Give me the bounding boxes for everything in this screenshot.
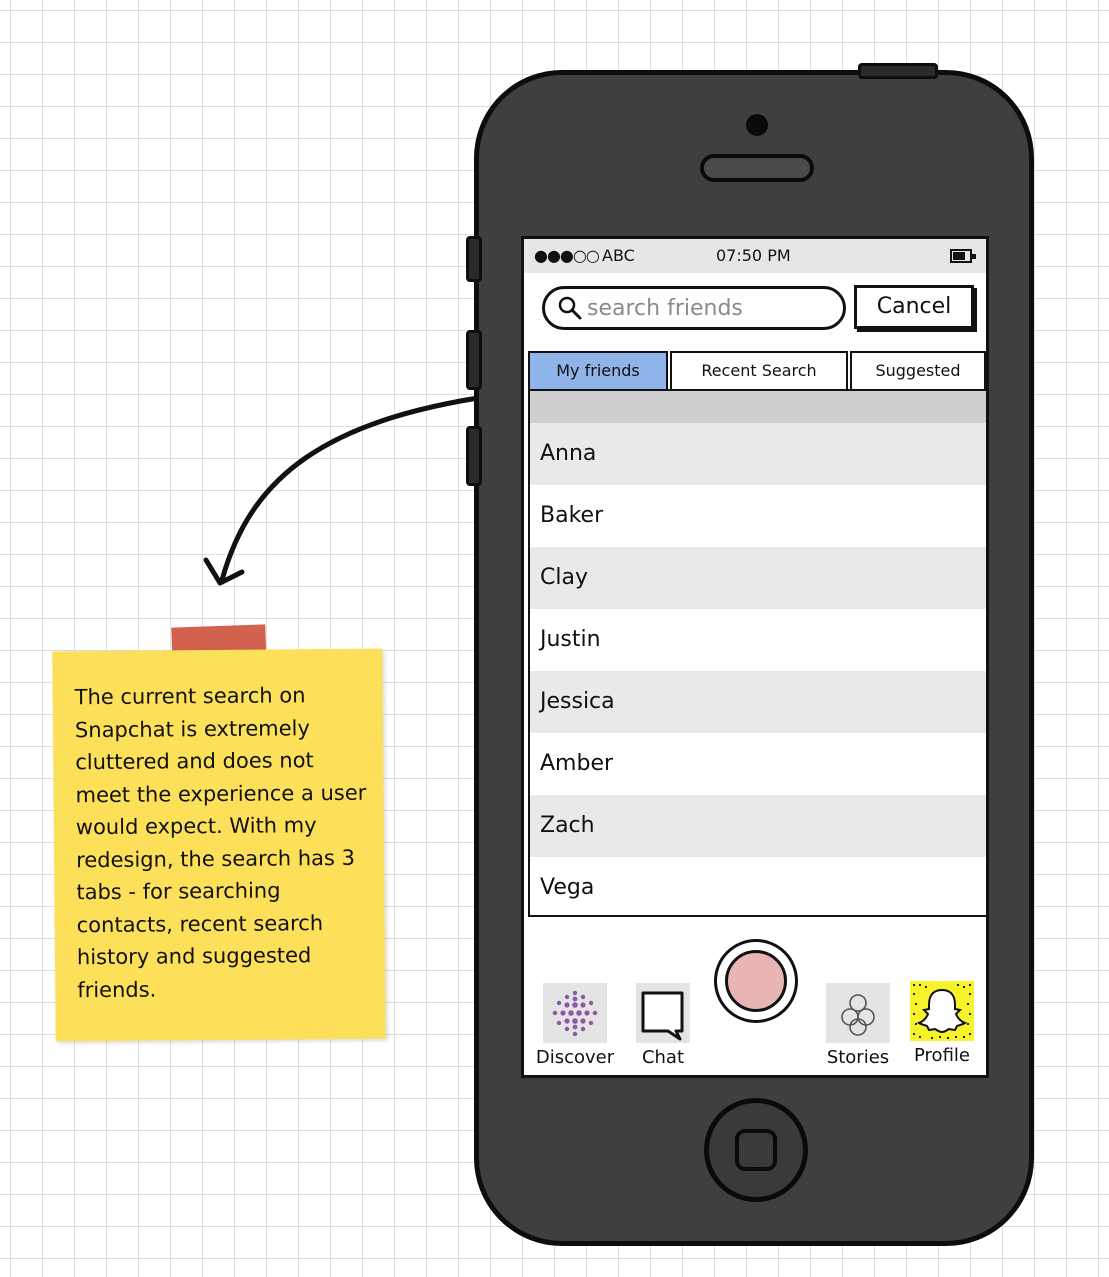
status-bar: ●●●○○ ABC 07:50 PM <box>524 239 986 273</box>
phone-screen: ●●●○○ ABC 07:50 PM Cancel My friends Rec… <box>521 236 989 1078</box>
friend-list-item[interactable]: Justin <box>530 609 986 671</box>
nav-stories-label: Stories <box>826 1047 890 1068</box>
side-button-left-3 <box>466 426 482 486</box>
discover-dots-icon <box>543 983 607 1043</box>
chat-bubble-icon <box>636 983 690 1043</box>
side-button-left-1 <box>466 236 482 282</box>
friend-list-item[interactable]: Zach <box>530 795 986 857</box>
signal-strength: ●●●○○ <box>534 246 600 265</box>
earpiece-speaker <box>700 154 814 182</box>
nav-profile-label: Profile <box>914 1045 970 1066</box>
tab-my-friends[interactable]: My friends <box>528 351 668 389</box>
nav-profile[interactable]: Profile <box>900 981 984 1066</box>
side-button-left-2 <box>466 330 482 390</box>
status-time: 07:50 PM <box>716 246 791 265</box>
friend-list-item[interactable]: Anna <box>530 423 986 485</box>
friend-list-item[interactable]: Jessica <box>530 671 986 733</box>
sticky-note: The current search on Snapchat is extrem… <box>52 648 386 1042</box>
snapchat-ghost-icon <box>910 981 974 1041</box>
nav-chat-label: Chat <box>641 1047 685 1068</box>
stories-circles-icon <box>826 983 890 1043</box>
battery-icon <box>950 249 976 263</box>
nav-chat[interactable]: Chat <box>632 983 694 1068</box>
home-button[interactable] <box>704 1098 808 1202</box>
carrier-name: ABC <box>602 246 635 265</box>
search-box[interactable] <box>542 286 846 330</box>
list-header <box>530 391 986 423</box>
friend-list-item[interactable]: Baker <box>530 485 986 547</box>
search-icon <box>558 296 582 320</box>
cancel-button[interactable]: Cancel <box>854 285 974 329</box>
tab-suggested[interactable]: Suggested <box>850 351 986 389</box>
tab-bar: My friends Recent Search Suggested <box>528 351 986 389</box>
friend-list-item[interactable]: Clay <box>530 547 986 609</box>
front-camera <box>746 114 768 136</box>
capture-button[interactable] <box>714 939 798 1023</box>
tab-recent-search[interactable]: Recent Search <box>670 351 848 389</box>
nav-discover[interactable]: Discover <box>528 983 622 1068</box>
bottom-navigation: Discover Chat Stories Profile <box>524 919 986 1075</box>
nav-discover-label: Discover <box>535 1047 615 1068</box>
nav-stories[interactable]: Stories <box>816 983 900 1068</box>
friend-list: Anna Baker Clay Justin Jessica Amber Zac… <box>528 389 986 917</box>
note-text: The current search on Snapchat is extrem… <box>74 683 367 1002</box>
friend-list-item[interactable]: Vega <box>530 857 986 915</box>
capture-circle-icon <box>725 950 787 1012</box>
friend-list-item[interactable]: Amber <box>530 733 986 795</box>
home-button-square <box>735 1129 777 1171</box>
arrow-head-left <box>203 557 245 586</box>
search-input[interactable] <box>587 293 837 323</box>
side-button-top <box>858 63 938 79</box>
